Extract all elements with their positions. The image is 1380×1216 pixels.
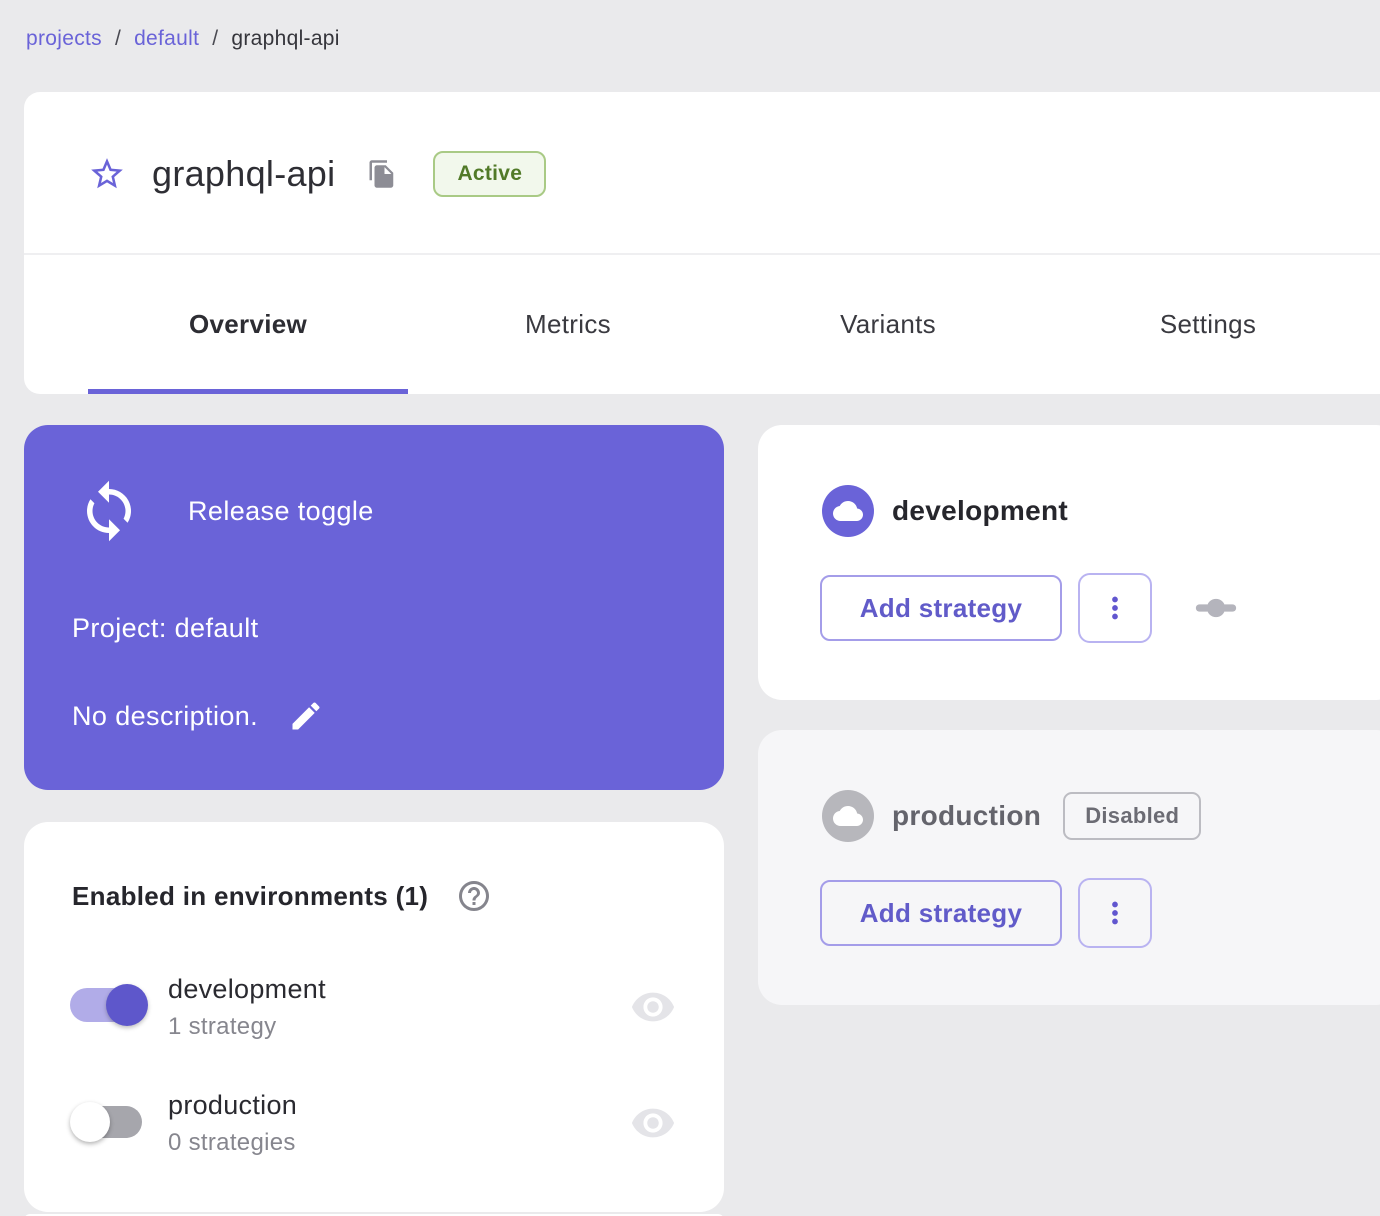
environment-name: development (892, 495, 1069, 526)
eye-icon (631, 992, 675, 1022)
environment-strategy-count: 1 strategy (168, 1013, 277, 1040)
feature-header-card: graphql-api Active Overview Metrics Vari… (24, 92, 1380, 394)
enabled-environments-title: Enabled in environments (1) (72, 880, 429, 911)
feature-info-card: Release toggle Project: default No descr… (24, 425, 724, 790)
environment-card-development: development Add strategy (758, 425, 1380, 700)
cloud-icon (833, 501, 863, 521)
help-button[interactable] (456, 878, 492, 914)
view-environment-button[interactable] (630, 984, 676, 1030)
copy-name-button[interactable] (367, 159, 397, 189)
tab-metrics[interactable]: Metrics (408, 255, 728, 394)
environment-menu-button[interactable] (1078, 573, 1152, 643)
environment-name: production (892, 800, 1042, 831)
breadcrumb: projects / default / graphql-api (26, 27, 340, 51)
page-title: graphql-api (152, 153, 336, 194)
enabled-environments-header: Enabled in environments (1) (72, 878, 492, 914)
release-toggle-icon (87, 480, 131, 542)
environment-menu-button[interactable] (1078, 878, 1152, 948)
kebab-menu-icon (1112, 596, 1118, 620)
favorite-button[interactable] (88, 155, 126, 193)
view-environment-button[interactable] (630, 1100, 676, 1146)
status-badge: Active (433, 151, 547, 197)
breadcrumb-separator: / (212, 27, 219, 50)
environment-card-production: production Disabled Add strategy (758, 730, 1380, 1005)
eye-icon (631, 1108, 675, 1138)
tab-bar: Overview Metrics Variants Settings (88, 255, 1368, 394)
toggle-type-label: Release toggle (188, 495, 374, 526)
feature-toggle-page: projects / default / graphql-api graphql… (0, 0, 1380, 1216)
edit-description-button[interactable] (288, 698, 324, 734)
environment-row-production: production 0 strategies (70, 1090, 297, 1157)
environment-toggle-development[interactable] (70, 982, 148, 1030)
description-text: No description. (72, 700, 259, 731)
enabled-environments-card: Enabled in environments (1) development … (24, 822, 724, 1212)
kebab-menu-icon (1112, 901, 1118, 925)
breadcrumb-link-default[interactable]: default (134, 27, 199, 51)
pencil-icon (292, 702, 320, 730)
environment-actions: Add strategy (820, 573, 1238, 643)
environment-actions: Add strategy (820, 878, 1152, 948)
breadcrumb-separator: / (114, 27, 122, 50)
add-strategy-button[interactable]: Add strategy (820, 575, 1062, 641)
copy-icon (369, 160, 394, 188)
tab-settings[interactable]: Settings (1048, 255, 1368, 394)
active-tab-indicator (88, 389, 408, 394)
breadcrumb-link-projects[interactable]: projects (26, 27, 102, 51)
help-icon (459, 881, 490, 911)
breadcrumb-current: graphql-api (231, 27, 340, 50)
strategy-connector-icon (1195, 598, 1237, 618)
add-strategy-button[interactable]: Add strategy (820, 880, 1062, 946)
environment-header: development (822, 485, 1068, 537)
project-label: Project: default (72, 613, 259, 643)
environment-strategy-count: 0 strategies (168, 1129, 296, 1156)
environment-header: production Disabled (822, 790, 1202, 842)
star-icon (91, 158, 123, 189)
environment-toggle-production[interactable] (70, 1098, 148, 1146)
tab-overview[interactable]: Overview (88, 255, 408, 394)
description-row: No description. (72, 698, 324, 734)
tab-variants[interactable]: Variants (728, 255, 1048, 394)
environment-row-name: development (168, 974, 326, 1004)
cloud-icon (833, 806, 863, 826)
environment-avatar (822, 790, 874, 842)
toggle-type-row: Release toggle (76, 478, 374, 544)
environment-avatar (822, 485, 874, 537)
environment-row-development: development 1 strategy (70, 974, 326, 1041)
disabled-badge: Disabled (1063, 792, 1202, 840)
environment-row-name: production (168, 1090, 298, 1120)
feature-header-row: graphql-api Active (88, 138, 547, 210)
